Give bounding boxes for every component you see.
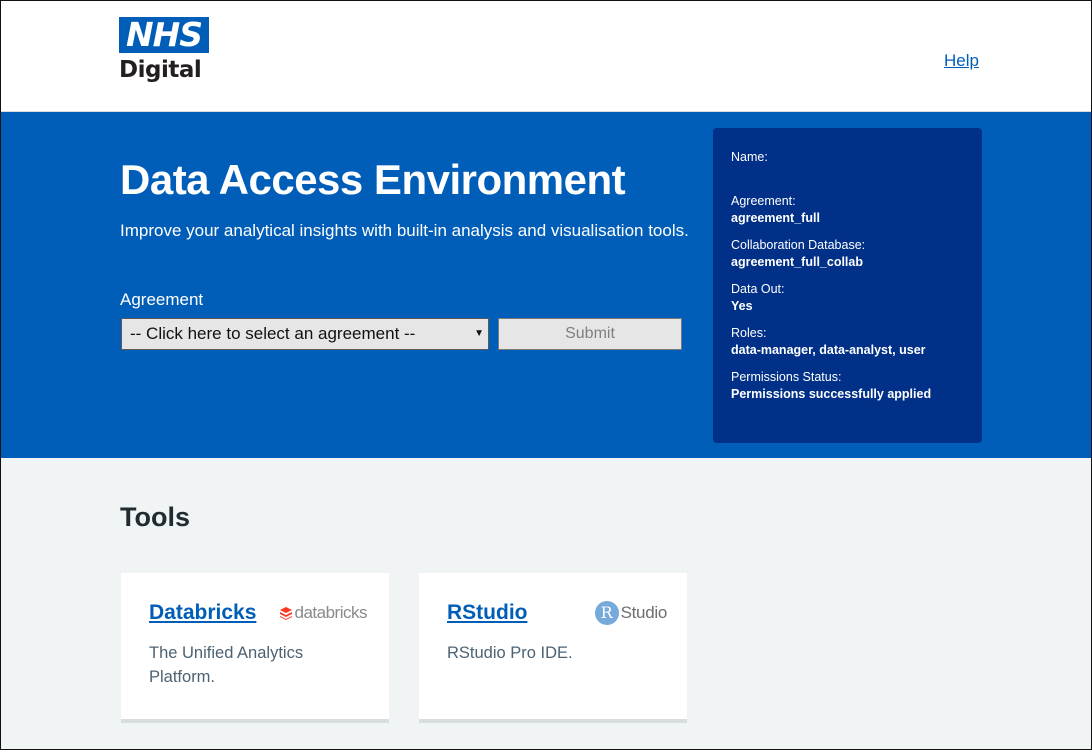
info-label: Permissions Status: (731, 370, 842, 384)
nhs-logo-mark: NHS (119, 17, 209, 53)
info-permissions-status: Permissions Status: Permissions successf… (731, 369, 964, 403)
page-title: Data Access Environment (120, 156, 626, 203)
tool-card-databricks: Databricks databricks The Unified Analyt… (121, 573, 389, 723)
hero-description: Improve your analytical insights with bu… (120, 221, 689, 240)
tools-heading: Tools (120, 502, 190, 532)
info-label: Roles: (731, 326, 767, 340)
page: NHS Digital Help Data Access Environment… (0, 0, 1092, 750)
dropdown-arrow-icon: ▼ (474, 328, 484, 339)
rstudio-logo-text: Studio (620, 603, 668, 622)
hero-banner: Data Access Environment Improve your ana… (1, 112, 1091, 458)
info-label: Collaboration Database: (731, 238, 866, 252)
agreement-select[interactable]: -- Click here to select an agreement -- … (121, 318, 489, 350)
nhs-digital-logo[interactable]: NHS Digital (119, 17, 211, 83)
agreement-label: Agreement (120, 290, 204, 309)
info-label: Agreement: (731, 194, 796, 208)
site-header: NHS Digital Help (1, 1, 1091, 112)
agreement-select-value: -- Click here to select an agreement -- (130, 324, 416, 343)
info-value: agreement_full (731, 211, 820, 225)
tool-card-rstudio: RStudio R Studio RStudio Pro IDE. (419, 573, 687, 723)
info-agreement: Agreement: agreement_full (731, 193, 964, 227)
info-value: agreement_full_collab (731, 255, 863, 269)
info-value: Yes (731, 299, 753, 313)
info-value (731, 166, 964, 183)
rstudio-description: RStudio Pro IDE. (447, 644, 573, 662)
info-collaboration-database: Collaboration Database: agreement_full_c… (731, 237, 964, 271)
submit-button[interactable]: Submit (498, 318, 682, 350)
info-label: Data Out: (731, 282, 785, 296)
info-data-out: Data Out: Yes (731, 281, 964, 315)
rstudio-r-icon: R (594, 601, 619, 625)
databricks-description: The Unified Analytics Platform. (149, 644, 304, 686)
info-value: data-manager, data-analyst, user (731, 343, 926, 357)
info-label: Name: (731, 150, 768, 164)
info-name: Name: (731, 149, 964, 183)
databricks-stack-icon (279, 607, 292, 620)
databricks-logo: databricks (279, 603, 368, 623)
user-info-panel: Name: Agreement: agreement_full Collabor… (713, 128, 982, 443)
rstudio-link[interactable]: RStudio (447, 601, 527, 624)
info-roles: Roles: data-manager, data-analyst, user (731, 325, 964, 359)
help-link[interactable]: Help (944, 51, 979, 71)
rstudio-logo: R Studio (594, 601, 668, 625)
logo-subtitle: Digital (119, 57, 202, 83)
tools-section: Tools Databricks databricks The Unified … (1, 458, 1091, 749)
info-value: Permissions successfully applied (731, 387, 932, 401)
databricks-logo-text: databricks (294, 603, 368, 622)
databricks-link[interactable]: Databricks (149, 601, 256, 624)
